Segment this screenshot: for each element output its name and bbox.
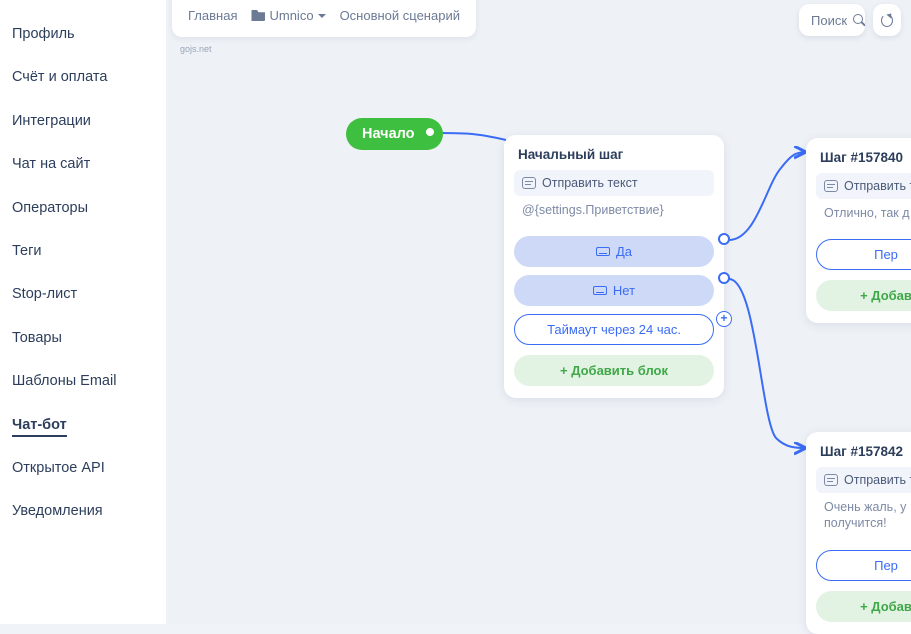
action-send-text[interactable]: Отправить те [816,467,911,493]
gojs-watermark: gojs.net [180,44,212,54]
sidebar-item-chatbot[interactable]: Чат-бот [0,407,166,444]
action-content: Очень жаль, у получится! [816,495,911,542]
timeout-output-port[interactable]: + [716,311,732,327]
sidebar-item-site-chat[interactable]: Чат на сайт [0,146,166,183]
action-send-text[interactable]: Отправить текст [514,170,714,196]
sidebar-item-profile[interactable]: Профиль [0,16,166,53]
refresh-icon [881,14,893,27]
timeout-button[interactable]: Таймаут через 24 час. [514,314,714,345]
message-icon [824,474,838,486]
flow-canvas[interactable]: Главная Umnico Основной сценарий Поиск g… [166,0,911,624]
sidebar-item-email-templates[interactable]: Шаблоны Email [0,363,166,400]
keyboard-icon [593,286,607,295]
breadcrumb-home[interactable]: Главная [188,8,237,23]
action-label: Отправить текст [542,176,638,190]
search-label: Поиск [811,13,847,28]
action-label: Отправить те [844,179,911,193]
node-step-157842[interactable]: Шаг #157842 Отправить те Очень жаль, у п… [806,432,911,634]
node-initial-step[interactable]: Начальный шаг Отправить текст @{settings… [504,135,724,398]
node-step-157840[interactable]: Шаг #157840 Отправить те Отлично, так д … [806,138,911,323]
action-label: Отправить те [844,473,911,487]
start-output-port[interactable] [424,126,436,138]
add-block-button[interactable]: + Добавить блок [514,355,714,386]
transition-button[interactable]: Пер [816,239,911,270]
sidebar-item-billing[interactable]: Счёт и оплата [0,59,166,96]
search-button[interactable]: Поиск [799,4,865,36]
refresh-button[interactable] [873,4,901,36]
node-title: Шаг #157842 [816,442,911,467]
sidebar-item-notifications[interactable]: Уведомления [0,493,166,530]
sidebar-item-integrations[interactable]: Интеграции [0,103,166,140]
start-label: Начало [362,126,415,142]
sidebar-item-stoplist[interactable]: Stop-лист [0,276,166,313]
breadcrumb-scenario[interactable]: Основной сценарий [340,8,460,23]
answer-no-button[interactable]: Нет [514,275,714,306]
chevron-down-icon [318,14,326,18]
sidebar-item-tags[interactable]: Теги [0,233,166,270]
node-title: Шаг #157840 [816,148,911,173]
message-icon [824,180,838,192]
sidebar-item-products[interactable]: Товары [0,320,166,357]
keyboard-icon [596,247,610,256]
action-content: @{settings.Приветствие} [514,198,714,228]
add-block-button[interactable]: + Добав [816,280,911,311]
breadcrumb-folder[interactable]: Umnico [251,8,325,23]
node-title: Начальный шаг [514,145,714,170]
action-send-text[interactable]: Отправить те [816,173,911,199]
breadcrumb-bar: Главная Umnico Основной сценарий [172,0,476,37]
transition-button[interactable]: Пер [816,550,911,581]
breadcrumb-card: Главная Umnico Основной сценарий [172,0,476,37]
add-block-button[interactable]: + Добав [816,591,911,622]
answer-yes-button[interactable]: Да [514,236,714,267]
no-output-port[interactable] [718,272,730,284]
toolbar-right: Поиск [799,4,901,36]
yes-output-port[interactable] [718,233,730,245]
folder-icon [251,8,269,23]
sidebar-item-operators[interactable]: Операторы [0,190,166,227]
sidebar-item-open-api[interactable]: Открытое API [0,450,166,487]
settings-sidebar: Профиль Счёт и оплата Интеграции Чат на … [0,0,166,624]
action-content: Отлично, так д [816,201,911,231]
message-icon [522,177,536,189]
